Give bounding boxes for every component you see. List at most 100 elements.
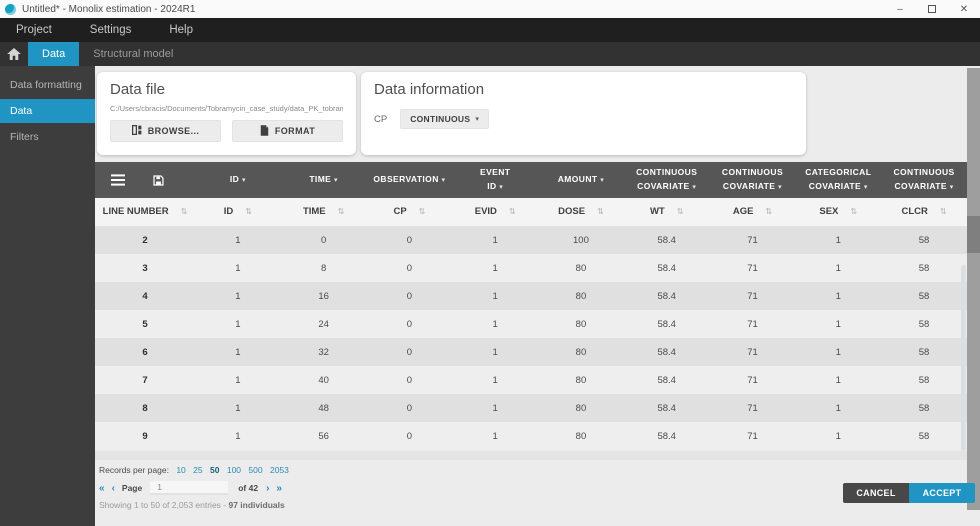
browse-files-icon bbox=[132, 125, 142, 137]
column-header[interactable]: DOSE⇅ bbox=[538, 198, 624, 226]
home-icon[interactable] bbox=[0, 42, 28, 66]
table-row[interactable]: 4116018058.471158 bbox=[95, 282, 967, 310]
table-row[interactable]: 8148018058.471158 bbox=[95, 394, 967, 422]
chevron-down-icon: ▾ bbox=[950, 184, 954, 191]
scrollbar-thumb[interactable] bbox=[967, 216, 980, 253]
table-row[interactable]: 9156018058.471158 bbox=[95, 422, 967, 450]
sort-icon[interactable]: ⇅ bbox=[677, 207, 684, 216]
next-page-icon[interactable]: › bbox=[266, 483, 269, 494]
column-type-dropdown[interactable]: OBSERVATION ▾ bbox=[367, 162, 453, 198]
column-label: EVID bbox=[475, 206, 497, 217]
column-type-dropdown[interactable]: CONTINUOUSCOVARIATE ▾ bbox=[624, 162, 710, 198]
column-type-dropdown[interactable]: EVENTID ▾ bbox=[452, 162, 538, 198]
menu-project[interactable]: Project bbox=[12, 24, 56, 36]
table-menu-icon[interactable] bbox=[111, 173, 125, 187]
column-label: CP bbox=[393, 206, 406, 217]
page-label: Page bbox=[122, 483, 142, 493]
column-header[interactable]: CLCR⇅ bbox=[881, 198, 967, 226]
table-cell: 48 bbox=[281, 394, 367, 422]
document-icon bbox=[260, 125, 269, 138]
sort-icon[interactable]: ⇅ bbox=[338, 207, 345, 216]
tab-data[interactable]: Data bbox=[28, 42, 79, 66]
column-type-dropdown-cp[interactable]: CONTINUOUS ▾ bbox=[400, 109, 489, 129]
sort-icon[interactable]: ⇅ bbox=[181, 207, 188, 216]
sort-icon[interactable]: ⇅ bbox=[940, 207, 947, 216]
menu-bar: Project Settings Help bbox=[0, 18, 980, 42]
format-button[interactable]: FORMAT bbox=[232, 120, 343, 142]
sidebar-item-data[interactable]: Data bbox=[0, 99, 95, 123]
window-title: Untitled* - Monolix estimation - 2024R1 bbox=[22, 4, 195, 15]
sort-icon[interactable]: ⇅ bbox=[245, 207, 252, 216]
column-header[interactable]: ID⇅ bbox=[195, 198, 281, 226]
column-header[interactable]: AGE⇅ bbox=[710, 198, 796, 226]
table-row[interactable]: 5124018058.471158 bbox=[95, 310, 967, 338]
column-header-row: LINE NUMBER⇅ID⇅TIME⇅CP⇅EVID⇅DOSE⇅WT⇅AGE⇅… bbox=[95, 198, 967, 226]
table-cell: 80 bbox=[538, 366, 624, 394]
column-label: SEX bbox=[819, 206, 838, 217]
close-icon[interactable]: ✕ bbox=[948, 0, 980, 18]
table-cell: 8 bbox=[95, 394, 195, 422]
column-header[interactable]: EVID ⇅ bbox=[452, 198, 538, 226]
table-cell: 1 bbox=[452, 254, 538, 282]
column-type-header-row: ID ▾TIME ▾OBSERVATION ▾EVENTID ▾AMOUNT ▾… bbox=[95, 162, 967, 198]
last-page-icon[interactable]: » bbox=[276, 483, 282, 494]
sidebar-item-data-formatting[interactable]: Data formatting bbox=[0, 73, 95, 97]
menu-help[interactable]: Help bbox=[165, 24, 197, 36]
chevron-down-icon: ▾ bbox=[864, 184, 868, 191]
browse-button[interactable]: BROWSE... bbox=[110, 120, 221, 142]
table-row[interactable]: 318018058.471158 bbox=[95, 254, 967, 282]
maximize-icon[interactable] bbox=[916, 0, 948, 18]
table-row[interactable]: 6132018058.471158 bbox=[95, 338, 967, 366]
tab-structural-model[interactable]: Structural model bbox=[79, 42, 187, 66]
page-input[interactable] bbox=[150, 481, 228, 495]
table-cell: 58.4 bbox=[624, 422, 710, 450]
column-header[interactable]: CP ⇅ bbox=[367, 198, 453, 226]
horizontal-scrollbar-track[interactable] bbox=[95, 451, 967, 460]
window-controls: – ✕ bbox=[884, 0, 980, 18]
window-scrollbar[interactable] bbox=[967, 68, 980, 510]
individuals-count: 97 individuals bbox=[228, 500, 284, 510]
sort-icon[interactable]: ⇅ bbox=[597, 207, 604, 216]
records-option-100[interactable]: 100 bbox=[227, 465, 241, 475]
column-type-dropdown[interactable]: CONTINUOUSCOVARIATE ▾ bbox=[710, 162, 796, 198]
table-row[interactable]: 2100110058.471158 bbox=[95, 226, 967, 254]
cancel-button[interactable]: CANCEL bbox=[843, 483, 909, 503]
minimize-icon[interactable]: – bbox=[884, 0, 916, 18]
table-cell: 58 bbox=[881, 282, 967, 310]
column-type-dropdown[interactable]: TIME ▾ bbox=[281, 162, 367, 198]
records-option-2053[interactable]: 2053 bbox=[270, 465, 289, 475]
chevron-down-icon: ▾ bbox=[499, 184, 503, 191]
sort-icon[interactable]: ⇅ bbox=[765, 207, 772, 216]
table-scrollbar[interactable] bbox=[961, 265, 966, 451]
column-type-dropdown[interactable]: CATEGORICALCOVARIATE ▾ bbox=[795, 162, 881, 198]
table-cell: 1 bbox=[195, 422, 281, 450]
records-option-10[interactable]: 10 bbox=[176, 465, 185, 475]
records-option-50[interactable]: 50 bbox=[210, 465, 219, 475]
records-option-25[interactable]: 25 bbox=[193, 465, 202, 475]
previous-page-icon[interactable]: ‹ bbox=[112, 483, 115, 494]
column-header[interactable]: SEX ⇅ bbox=[795, 198, 881, 226]
column-type-dropdown[interactable]: CONTINUOUSCOVARIATE ▾ bbox=[881, 162, 967, 198]
table-cell: 1 bbox=[452, 422, 538, 450]
column-type-dropdown[interactable]: AMOUNT ▾ bbox=[538, 162, 624, 198]
menu-settings[interactable]: Settings bbox=[86, 24, 136, 36]
column-type-dropdown[interactable]: ID ▾ bbox=[195, 162, 281, 198]
save-icon[interactable] bbox=[153, 175, 164, 186]
sort-icon[interactable]: ⇅ bbox=[419, 207, 426, 216]
column-header[interactable]: WT⇅ bbox=[624, 198, 710, 226]
table-cell: 0 bbox=[367, 338, 453, 366]
table-cell: 24 bbox=[281, 310, 367, 338]
table-cell: 1 bbox=[195, 282, 281, 310]
column-header[interactable]: TIME⇅ bbox=[281, 198, 367, 226]
table-cell: 1 bbox=[452, 226, 538, 254]
column-header[interactable]: LINE NUMBER⇅ bbox=[95, 198, 195, 226]
table-row[interactable]: 7140018058.471158 bbox=[95, 366, 967, 394]
table-cell: 1 bbox=[795, 226, 881, 254]
sidebar-item-filters[interactable]: Filters bbox=[0, 125, 95, 149]
table-cell: 58.4 bbox=[624, 366, 710, 394]
accept-button[interactable]: ACCEPT bbox=[909, 483, 975, 503]
first-page-icon[interactable]: « bbox=[99, 483, 105, 494]
sort-icon[interactable]: ⇅ bbox=[850, 207, 857, 216]
records-option-500[interactable]: 500 bbox=[248, 465, 262, 475]
sort-icon[interactable]: ⇅ bbox=[509, 207, 516, 216]
